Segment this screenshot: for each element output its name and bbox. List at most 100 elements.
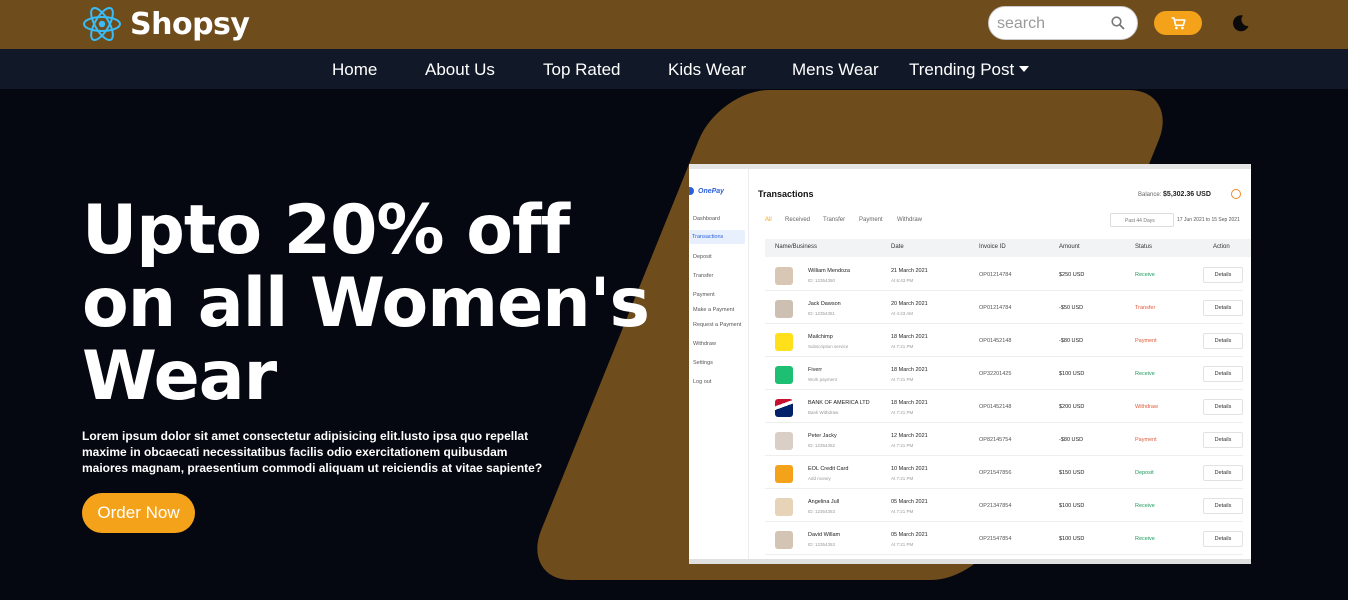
row-status: Receive	[1135, 536, 1155, 542]
search-icon[interactable]	[1111, 16, 1125, 30]
row-name: Peter Jacky	[808, 433, 837, 439]
brand[interactable]: Shopsy	[82, 4, 250, 44]
col-amount: Amount	[1059, 244, 1080, 250]
row-invoice: OP21547854	[979, 536, 1012, 542]
row-invoice: OP01214784	[979, 305, 1012, 311]
avatar	[775, 498, 793, 516]
row-time: At 7:21 PM	[891, 344, 914, 349]
nav-trending-post-label: Trending Post	[909, 60, 1015, 79]
row-time: At 7:21 PM	[891, 443, 914, 448]
row-date: 10 March 2021	[891, 466, 928, 472]
nav-trending-post[interactable]: Trending Post	[909, 60, 1030, 80]
card-logo-icon	[775, 465, 793, 483]
details-button: Details	[1203, 531, 1243, 547]
details-button: Details	[1203, 267, 1243, 283]
row-sub: ID: 12354350	[808, 278, 836, 283]
dashboard-logo-text: OnePay	[698, 187, 725, 195]
row-name: David Willam	[808, 532, 841, 538]
row-status: Withdraw	[1135, 404, 1158, 410]
details-button: Details	[1203, 300, 1243, 316]
row-date: 05 March 2021	[891, 499, 928, 505]
order-now-button[interactable]: Order Now	[82, 493, 195, 533]
caret-down-icon	[1019, 66, 1030, 72]
row-invoice: OP01452148	[979, 338, 1012, 344]
row-date: 18 March 2021	[891, 367, 928, 373]
row-invoice: OP01452148	[979, 404, 1012, 410]
avatar	[775, 432, 793, 450]
sidebar-item-request-payment: Request a Payment	[693, 322, 742, 328]
search-input[interactable]	[997, 13, 1107, 35]
nav-mens-wear[interactable]: Mens Wear	[792, 60, 879, 80]
dashboard-title: Transactions	[758, 189, 814, 199]
sidebar-item-withdraw: Withdraw	[693, 341, 716, 347]
row-date: 05 March 2021	[891, 532, 928, 538]
date-separator: to	[1205, 217, 1211, 223]
row-sub: ID: 12354352	[808, 443, 836, 448]
row-date: 20 March 2021	[891, 301, 928, 307]
dashboard-sidebar: OnePay Dashboard Transactions Deposit Tr…	[689, 169, 749, 559]
nav-top-rated[interactable]: Top Rated	[543, 60, 621, 80]
row-sub: ID: 12354353	[808, 509, 836, 514]
details-button: Details	[1203, 465, 1243, 481]
hero-description: Lorem ipsum dolor sit amet consectetur a…	[82, 429, 543, 475]
row-date: 18 March 2021	[891, 400, 928, 406]
row-sub: Add money	[808, 476, 831, 481]
row-sub: Work payment	[808, 377, 837, 382]
dark-mode-moon-icon[interactable]	[1232, 14, 1250, 32]
col-action: Action	[1213, 244, 1230, 250]
date-range: 17 Jun 2021 to 15 Sep 2021	[1177, 217, 1240, 223]
row-date: 21 March 2021	[891, 268, 928, 274]
avatar	[775, 300, 793, 318]
table-row: Angelina Jull ID: 12354353 05 March 2021…	[765, 490, 1243, 522]
tab-transfer: Transfer	[823, 217, 846, 223]
brand-name: Shopsy	[130, 6, 250, 42]
row-name: Jack Dawson	[808, 301, 841, 307]
bank-logo-icon	[775, 399, 793, 417]
search-box	[988, 6, 1138, 40]
nav-about-us[interactable]: About Us	[425, 60, 495, 80]
row-amount: -$80 USD	[1059, 437, 1084, 443]
tab-received: Received	[785, 217, 811, 223]
row-name: BANK OF AMERICA LTD	[808, 400, 870, 406]
table-row: Fiverr Work payment 18 March 2021 At 7:2…	[765, 358, 1243, 390]
row-time: At 7:21 PM	[891, 476, 914, 481]
react-logo-icon	[83, 7, 121, 41]
sidebar-item-settings: Settings	[693, 360, 713, 366]
details-button: Details	[1203, 399, 1243, 415]
table-row: Mailchimp Subscription service 18 March …	[765, 325, 1243, 357]
sidebar-item-transactions: Transactions	[689, 230, 745, 244]
sidebar-item-make-payment: Make a Payment	[693, 307, 735, 313]
row-amount: $100 USD	[1059, 503, 1085, 509]
row-amount: -$80 USD	[1059, 338, 1084, 344]
row-time: At 7:21 PM	[891, 542, 914, 547]
mailchimp-logo-icon	[775, 333, 793, 351]
row-amount: -$50 USD	[1059, 305, 1084, 311]
row-status: Payment	[1135, 437, 1157, 443]
sidebar-item-payment: Payment	[693, 292, 715, 298]
row-status: Deposit	[1135, 470, 1154, 476]
row-sub: ID: 12354353	[808, 542, 836, 547]
table-header: Name/Business Date Invoice ID Amount Sta…	[765, 239, 1251, 257]
tab-withdraw: Withdraw	[897, 217, 923, 223]
hero-title: Upto 20% off on all Women's Wear	[82, 191, 650, 416]
dashboard-logo: OnePay	[689, 187, 724, 195]
dashboard-balance: Balance: $5,302.36 USD	[1138, 191, 1211, 198]
table-row: EOL Credit Card Add money 10 March 2021 …	[765, 457, 1243, 489]
nav-kids-wear[interactable]: Kids Wear	[668, 60, 746, 80]
cart-button[interactable]	[1154, 11, 1202, 35]
row-amount: $100 USD	[1059, 371, 1085, 377]
row-date: 18 March 2021	[891, 334, 928, 340]
details-button: Details	[1203, 333, 1243, 349]
row-name: Angelina Jull	[808, 499, 840, 505]
row-amount: $200 USD	[1059, 404, 1085, 410]
table-row: Peter Jacky ID: 12354352 12 March 2021 A…	[765, 424, 1243, 456]
row-invoice: OP21547856	[979, 470, 1012, 476]
col-status: Status	[1135, 244, 1153, 250]
hero-dashboard-image: OnePay Dashboard Transactions Deposit Tr…	[689, 164, 1251, 564]
row-invoice: OP01214784	[979, 272, 1012, 278]
table-row: Jack Dawson ID: 12354351 20 March 2021 A…	[765, 292, 1243, 324]
table-row: David Willam ID: 12354353 05 March 2021 …	[765, 523, 1243, 555]
col-date: Date	[891, 244, 904, 250]
nav-home[interactable]: Home	[332, 60, 377, 80]
refresh-icon	[1231, 189, 1241, 199]
